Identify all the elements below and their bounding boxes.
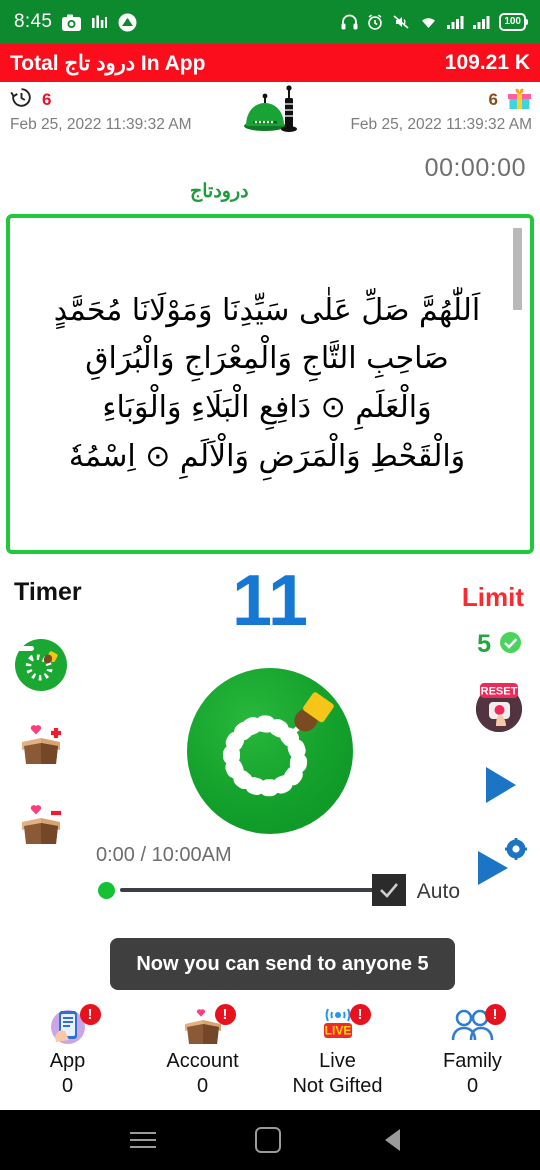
svg-text:RESET: RESET <box>481 686 518 698</box>
history-count: 6 <box>42 90 52 109</box>
battery-icon: 100 <box>499 13 528 31</box>
main-counter-button[interactable] <box>187 668 353 834</box>
alert-badge: ! <box>79 1004 101 1025</box>
arabic-line: وَالْعَلَمِ ⊙ دَافِعِ الْبَلَاءِ وَالْوَ… <box>102 390 432 425</box>
arabic-line: وَالْقَحْطِ وَالْمَرَضِ وَالْاَلَمِ ⊙ اِ… <box>68 438 466 474</box>
recents-icon[interactable] <box>130 1127 156 1153</box>
nav-item-family[interactable]: ! Family 0 <box>405 1004 540 1098</box>
banner-title: Total درود تاج In App <box>10 51 206 75</box>
scrollbar[interactable] <box>513 228 522 310</box>
signal-icon <box>447 15 464 29</box>
alert-badge: ! <box>484 1004 506 1025</box>
total-banner: Total درود تاج In App 109.21 K <box>0 44 540 82</box>
nav-item-live[interactable]: LIVE ! Live Not Gifted <box>270 1004 405 1098</box>
nav-label: App <box>49 1050 86 1072</box>
alert-badge: ! <box>349 1004 371 1025</box>
gift-icon <box>507 86 532 115</box>
gift-info-block[interactable]: 6 Feb 25, 2022 11:39:32 AM <box>350 88 532 134</box>
history-head: 6 <box>10 88 192 112</box>
time-display: 0:00 / 10:00AM <box>96 844 232 866</box>
mute-icon <box>392 14 410 30</box>
nav-sub: Not Gifted <box>292 1075 383 1097</box>
main-count: 11 <box>231 561 309 641</box>
counter-header-row: Timer 11 Limit 5 <box>0 561 540 658</box>
back-icon[interactable] <box>385 1129 400 1151</box>
slider-knob[interactable] <box>98 882 115 899</box>
auto-label: Auto <box>416 880 460 903</box>
nav-label: Live <box>319 1050 356 1072</box>
svg-text:LIVE: LIVE <box>324 1024 351 1038</box>
wifi-icon <box>419 15 438 30</box>
android-nav-bar <box>0 1110 540 1170</box>
status-bar-right: 100 <box>341 13 528 31</box>
gift-head: 6 <box>350 88 532 112</box>
history-timestamp: Feb 25, 2022 11:39:32 AM <box>10 116 192 133</box>
status-bar: 8:45 100 <box>0 0 540 44</box>
slider-track[interactable] <box>120 888 376 892</box>
arabic-line: صَاحِبِ التَّاجِ وَالْمِعْرَاجِ وَالْبُر… <box>85 341 449 377</box>
play-settings-icon[interactable] <box>470 836 528 894</box>
progress-slider-row: Auto <box>92 874 462 906</box>
auto-checkbox[interactable] <box>372 874 406 906</box>
bottom-nav: ! App 0 ! Account 0 LIVE ! Live Not Gift… <box>0 1000 540 1110</box>
arabic-line: اَللّٰهُمَّ صَلِّ عَلٰى سَيِّدِنَا وَمَو… <box>53 292 481 328</box>
nav-label: Family <box>443 1050 502 1072</box>
box-heart-icon: ! <box>176 1004 236 1048</box>
left-controls <box>12 636 70 854</box>
phone-screen: 8:45 100 Total درود تاج In App 109.21 K … <box>0 0 540 1170</box>
phone-app-icon: ! <box>41 1004 101 1048</box>
history-icon <box>10 86 33 114</box>
gift-timestamp: Feb 25, 2022 11:39:32 AM <box>350 116 532 133</box>
right-controls: RESET <box>470 676 528 894</box>
battery-level: 100 <box>504 16 521 27</box>
reset-icon[interactable]: RESET <box>470 676 528 734</box>
gift-count: 6 <box>488 90 498 109</box>
check-icon <box>380 883 398 898</box>
sub-row: 00:00:00 درودتاج <box>0 154 540 208</box>
alert-badge: ! <box>214 1004 236 1025</box>
banner-total-value: 109.21 K <box>444 51 530 74</box>
nav-label: Account <box>166 1050 239 1072</box>
control-area: RESET 0:00 / 10:00AM Auto <box>0 639 540 916</box>
toast-text: Now you can send to anyone 5 <box>136 952 429 975</box>
box-heart-plus-icon[interactable] <box>12 716 70 774</box>
status-bar-left: 8:45 <box>14 11 137 33</box>
durood-label: درودتاج <box>190 181 249 202</box>
home-icon[interactable] <box>255 1127 281 1153</box>
nav-sub: 0 <box>61 1075 74 1097</box>
headphones-icon <box>341 14 358 30</box>
nav-sub: 0 <box>466 1075 479 1097</box>
limit-label: Limit <box>461 582 524 612</box>
stats-icon <box>91 14 108 31</box>
elapsed-time: 00:00:00 <box>424 154 526 182</box>
tasbih-minus-icon[interactable] <box>12 636 70 694</box>
box-heart-minus-icon[interactable] <box>12 796 70 854</box>
tasbih-beads-icon <box>223 692 334 797</box>
play-icon[interactable] <box>470 756 528 814</box>
nav-item-account[interactable]: ! Account 0 <box>135 1004 270 1098</box>
history-info-block[interactable]: 6 Feb 25, 2022 11:39:32 AM <box>10 88 192 134</box>
nav-sub: 0 <box>196 1075 209 1097</box>
arabic-text-box[interactable]: اَللّٰهُمَّ صَلِّ عَلٰى سَيِّدِنَا وَمَو… <box>6 214 534 554</box>
status-time: 8:45 <box>14 11 53 32</box>
info-row: 6 Feb 25, 2022 11:39:32 AM 6 Feb 25, 202… <box>0 82 540 160</box>
app-logo-icon <box>118 13 137 32</box>
family-icon: ! <box>446 1004 506 1048</box>
signal-icon-2 <box>473 15 490 29</box>
nav-item-app[interactable]: ! App 0 <box>0 1004 135 1098</box>
live-icon: LIVE ! <box>311 1004 371 1048</box>
camera-icon <box>62 14 82 31</box>
mosque-icon <box>239 84 301 151</box>
toast-message: Now you can send to anyone 5 <box>110 938 455 990</box>
alarm-icon <box>367 14 383 30</box>
